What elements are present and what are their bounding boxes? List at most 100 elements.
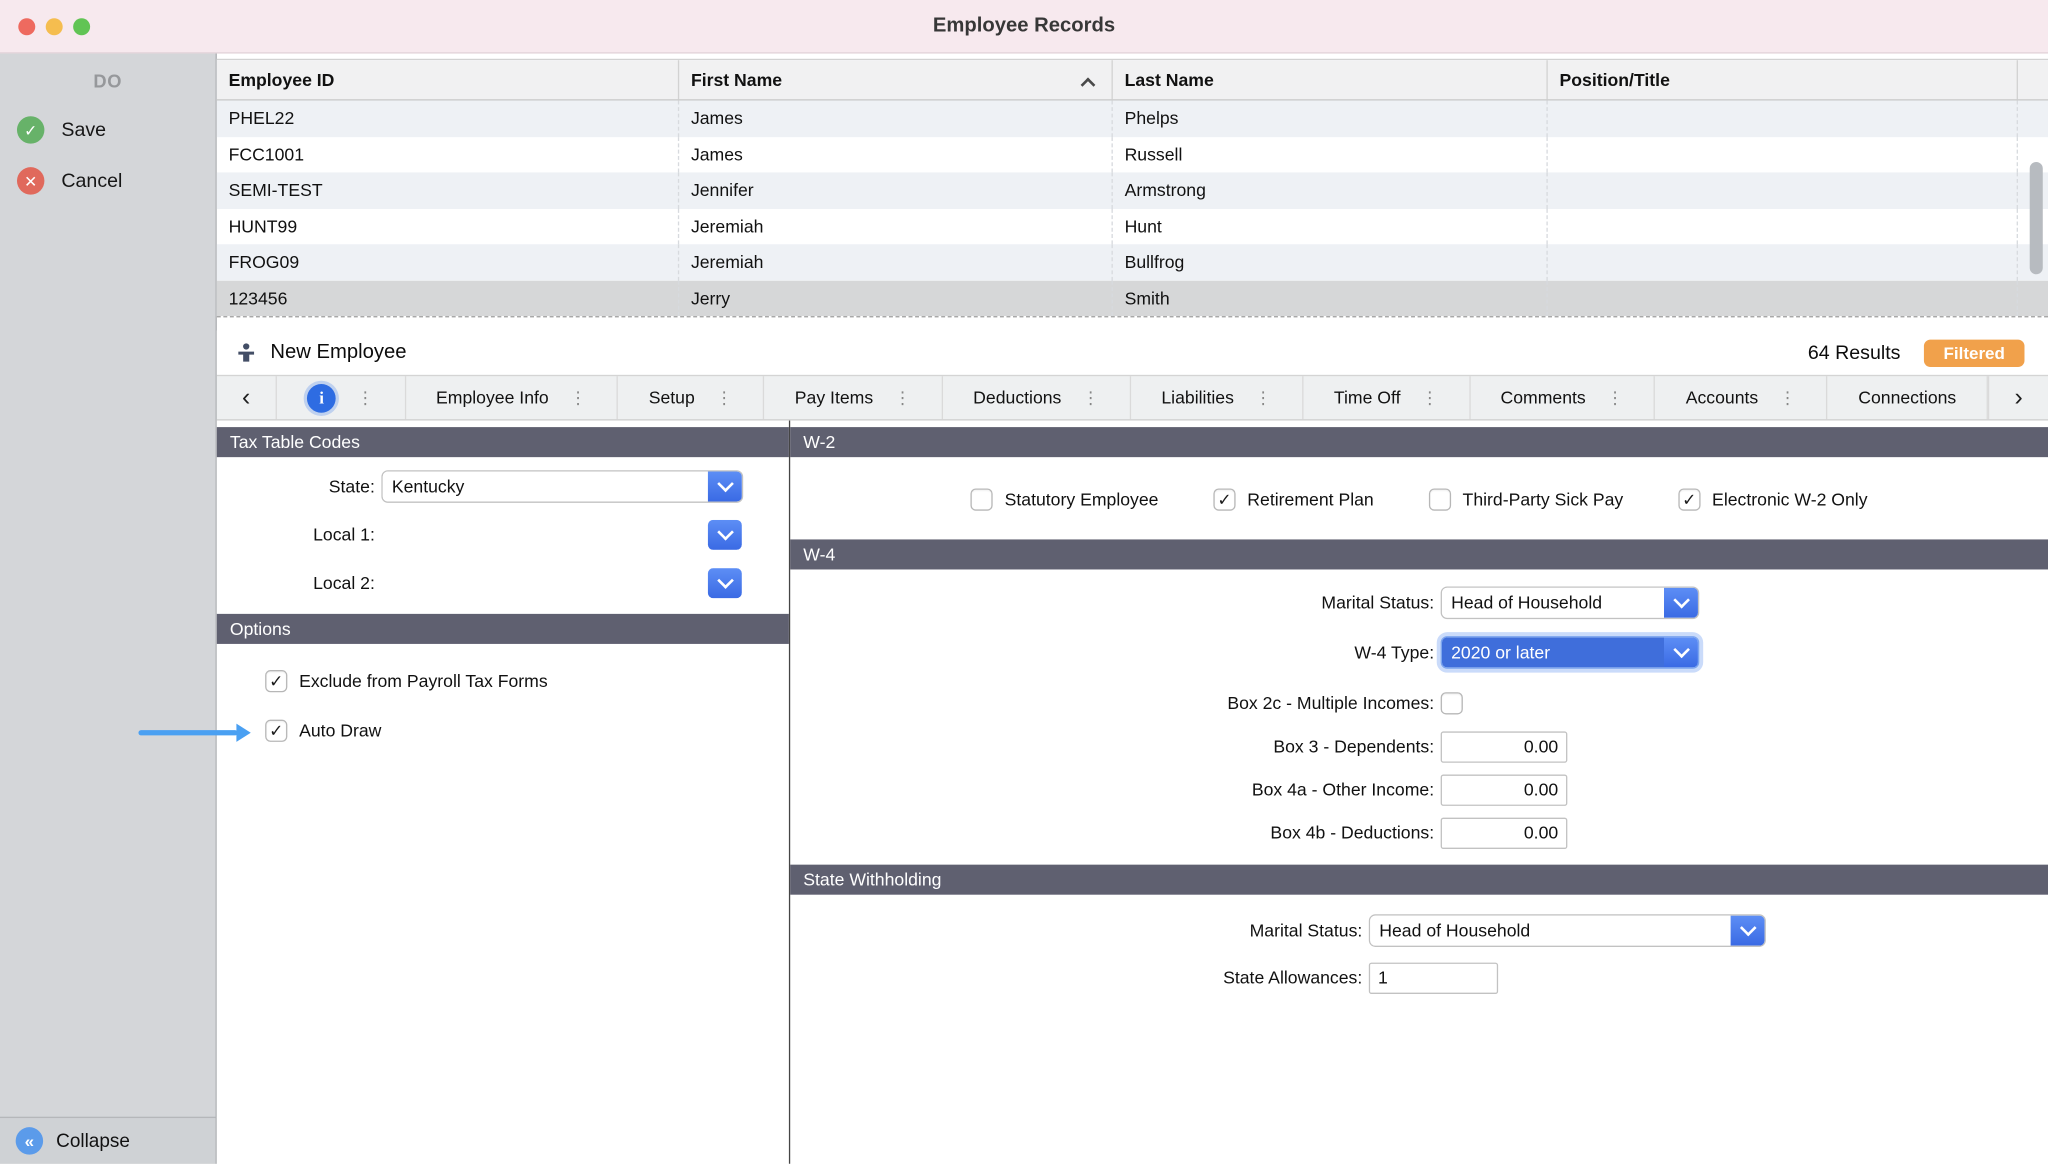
section-header-state-withholding: State Withholding (790, 865, 2048, 895)
column-header-first-name[interactable]: First Name (679, 60, 1113, 99)
local1-row: Local 1: (217, 519, 743, 552)
checkbox-box[interactable] (265, 670, 287, 692)
collapse-label: Collapse (56, 1130, 130, 1151)
filtered-badge[interactable]: Filtered (1924, 339, 2025, 366)
save-button[interactable]: Save (0, 104, 216, 155)
column-header-position-title[interactable]: Position/Title (1548, 60, 2018, 99)
checkbox-label: Auto Draw (299, 721, 381, 741)
column-header-employee-id[interactable]: Employee ID (217, 60, 679, 99)
table-scrollbar[interactable] (2030, 107, 2044, 316)
w4-type-row: W-4 Type: 2020 or later (790, 636, 1699, 669)
tab-menu-dots-icon[interactable] (1421, 387, 1438, 408)
tab-liabilities[interactable]: Liabilities (1131, 376, 1304, 419)
box2c-row: Box 2c - Multiple Incomes: (790, 690, 1463, 716)
tabs-scroll-left-button[interactable] (217, 376, 277, 419)
table-row[interactable]: FCC1001 James Russell (217, 136, 2048, 172)
auto-draw-checkbox[interactable]: Auto Draw (265, 720, 381, 742)
checkbox-box[interactable] (265, 720, 287, 742)
close-window-button[interactable] (18, 18, 35, 35)
box2c-multiple-incomes-checkbox[interactable] (1441, 692, 1463, 714)
tab-pay-items[interactable]: Pay Items (764, 376, 942, 419)
box4b-label: Box 4b - Deductions: (790, 823, 1434, 843)
checkbox-box[interactable] (1429, 488, 1451, 510)
tab-accounts[interactable]: Accounts (1655, 376, 1828, 419)
minimize-window-button[interactable] (46, 18, 63, 35)
checkbox-box[interactable] (1678, 488, 1700, 510)
chevron-down-icon (1664, 588, 1698, 618)
collapse-chevrons-icon (16, 1127, 43, 1154)
sort-ascending-icon (1081, 77, 1094, 87)
statutory-employee-checkbox[interactable]: Statutory Employee (971, 488, 1159, 510)
state-dropdown[interactable]: Kentucky (381, 470, 743, 503)
sw-marital-status-label: Marital Status: (790, 921, 1362, 941)
checkbox-label: Retirement Plan (1247, 490, 1373, 510)
local2-label: Local 2: (217, 573, 375, 593)
electronic-w2-only-checkbox[interactable]: Electronic W-2 Only (1678, 488, 1867, 510)
state-row: State: Kentucky (217, 470, 743, 503)
collapse-button[interactable]: Collapse (0, 1117, 216, 1164)
detail-content: Tax Table Codes State: Kentucky Local 1:… (217, 421, 2048, 1164)
sw-marital-status-dropdown[interactable]: Head of Household (1369, 914, 1766, 947)
tab-menu-dots-icon[interactable] (357, 387, 374, 408)
tab-comments[interactable]: Comments (1470, 376, 1655, 419)
record-bar: New Employee 64 Results Filtered (217, 330, 2048, 374)
table-row[interactable]: FROG09 Jeremiah Bullfrog (217, 244, 2048, 280)
w4-marital-status-dropdown[interactable]: Head of Household (1441, 586, 1700, 619)
box4a-label: Box 4a - Other Income: (790, 780, 1434, 800)
third-party-sick-pay-checkbox[interactable]: Third-Party Sick Pay (1429, 488, 1624, 510)
w4-type-dropdown[interactable]: 2020 or later (1441, 636, 1700, 669)
employee-table: Employee ID First Name Last Name Positio… (217, 59, 2048, 318)
zoom-window-button[interactable] (73, 18, 90, 35)
local2-dropdown[interactable] (381, 567, 743, 600)
left-panel: Tax Table Codes State: Kentucky Local 1:… (217, 421, 789, 1164)
table-row[interactable]: HUNT99 Jeremiah Hunt (217, 208, 2048, 244)
box2c-label: Box 2c - Multiple Incomes: (790, 693, 1434, 713)
tab-menu-dots-icon[interactable] (570, 387, 587, 408)
state-allowances-input[interactable]: 1 (1369, 962, 1498, 993)
tab-menu-dots-icon[interactable] (1779, 387, 1796, 408)
table-row[interactable]: SEMI-TEST Jennifer Armstrong (217, 172, 2048, 208)
retirement-plan-checkbox[interactable]: Retirement Plan (1213, 488, 1373, 510)
checkbox-label: Statutory Employee (1005, 490, 1159, 510)
w4-type-label: W-4 Type: (790, 643, 1434, 663)
section-header-options: Options (217, 614, 789, 644)
checkbox-box[interactable] (971, 488, 993, 510)
tab-setup[interactable]: Setup (618, 376, 764, 419)
tab-connections[interactable]: Connections (1828, 376, 1988, 419)
table-row[interactable]: PHEL22 James Phelps (217, 101, 2048, 137)
scrollbar-thumb[interactable] (2030, 162, 2043, 274)
tab-employee-info[interactable]: Employee Info (406, 376, 619, 419)
exclude-payroll-tax-forms-checkbox[interactable]: Exclude from Payroll Tax Forms (265, 670, 548, 692)
state-label: State: (217, 477, 375, 497)
box4b-deductions-input[interactable]: 0.00 (1441, 817, 1568, 848)
section-header-tax-table-codes: Tax Table Codes (217, 427, 789, 457)
tab-time-off[interactable]: Time Off (1303, 376, 1470, 419)
tabs-scroll-right-button[interactable] (1988, 376, 2048, 419)
checkbox-label: Third-Party Sick Pay (1463, 490, 1624, 510)
tab-menu-dots-icon[interactable] (1082, 387, 1099, 408)
table-header-row: Employee ID First Name Last Name Positio… (217, 60, 2048, 100)
w2-checkbox-group: Statutory Employee Retirement Plan Third… (790, 488, 2048, 510)
tab-menu-dots-icon[interactable] (894, 387, 911, 408)
tab-menu-dots-icon[interactable] (1607, 387, 1624, 408)
sidebar-header: DO (0, 71, 216, 92)
tab-info-selected[interactable] (277, 376, 406, 419)
box4a-row: Box 4a - Other Income: 0.00 (790, 773, 1567, 806)
cancel-button[interactable]: Cancel (0, 155, 216, 206)
window-title: Employee Records (933, 14, 1115, 38)
table-header-gutter (2018, 60, 2048, 99)
box3-label: Box 3 - Dependents: (790, 737, 1434, 757)
local1-dropdown[interactable] (381, 519, 743, 552)
save-check-icon (17, 116, 44, 143)
chevron-down-icon (708, 568, 742, 598)
tab-menu-dots-icon[interactable] (1255, 387, 1272, 408)
box3-row: Box 3 - Dependents: 0.00 (790, 730, 1567, 763)
column-header-last-name[interactable]: Last Name (1113, 60, 1548, 99)
box3-dependents-input[interactable]: 0.00 (1441, 731, 1568, 762)
tab-menu-dots-icon[interactable] (716, 387, 733, 408)
window-controls (18, 18, 90, 35)
tab-deductions[interactable]: Deductions (943, 376, 1131, 419)
checkbox-box[interactable] (1213, 488, 1235, 510)
table-row[interactable]: 123456 Jerry Smith (217, 280, 2048, 316)
box4a-other-income-input[interactable]: 0.00 (1441, 774, 1568, 805)
